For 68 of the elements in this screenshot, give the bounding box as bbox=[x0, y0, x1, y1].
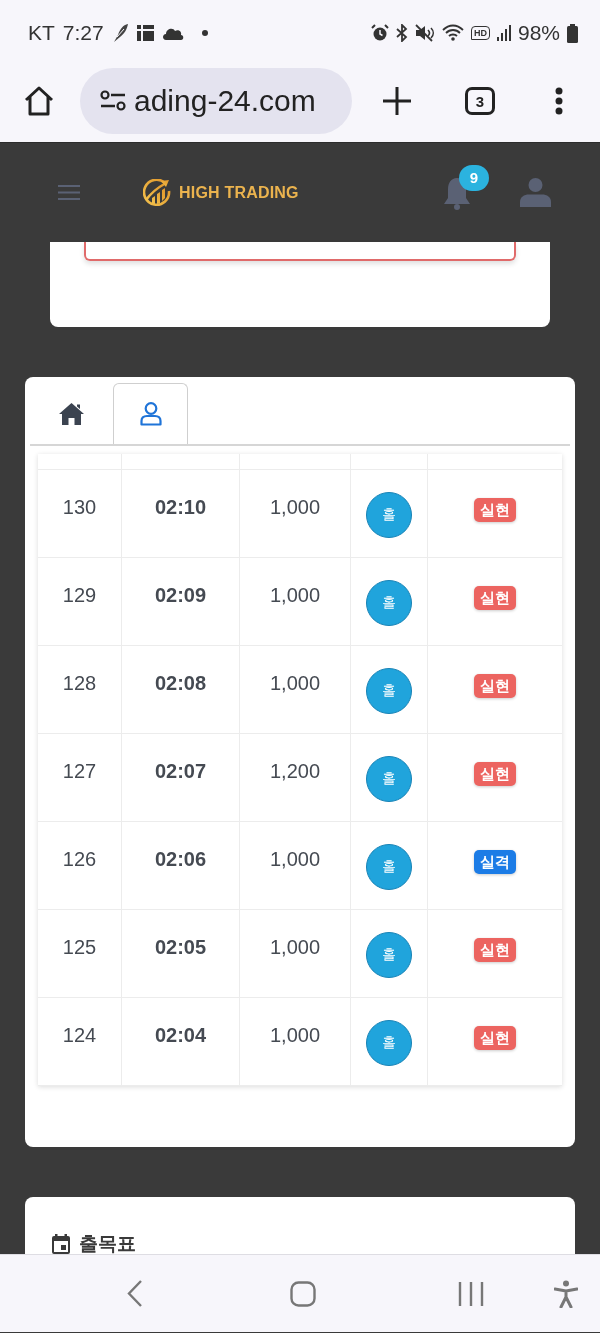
round-number: 126 bbox=[62, 847, 97, 870]
amount-text: 1,000 bbox=[269, 495, 321, 518]
notification-badge: 9 bbox=[459, 164, 489, 191]
amount-text: 1,000 bbox=[269, 1023, 321, 1046]
time-text: 02:04 bbox=[154, 1023, 207, 1046]
cloud-icon bbox=[161, 26, 184, 40]
alarm-icon bbox=[370, 24, 389, 42]
back-icon[interactable] bbox=[127, 1280, 142, 1307]
time-text: 02:05 bbox=[154, 935, 207, 958]
pick-badge: 홀 bbox=[366, 1020, 412, 1066]
battery-icon bbox=[567, 23, 578, 43]
calendar-icon bbox=[52, 1234, 70, 1254]
round-number: 130 bbox=[62, 495, 97, 518]
amount-text: 1,200 bbox=[269, 759, 321, 782]
address-bar[interactable]: ading-24.com bbox=[80, 68, 352, 134]
house-icon bbox=[58, 403, 84, 425]
home-icon[interactable] bbox=[23, 85, 55, 117]
new-tab-icon[interactable] bbox=[383, 87, 411, 115]
pick-badge: 홀 bbox=[366, 492, 412, 538]
round-number: 129 bbox=[62, 583, 97, 606]
dot-icon bbox=[201, 30, 208, 36]
time-text: 02:07 bbox=[154, 759, 207, 782]
tab-count-button[interactable]: 3 bbox=[465, 87, 495, 115]
clock-time: 7:27 bbox=[62, 21, 104, 45]
pick-badge: 홀 bbox=[366, 844, 412, 890]
grid-icon bbox=[136, 25, 154, 41]
signal-icon bbox=[496, 25, 511, 41]
time-text: 02:06 bbox=[154, 847, 207, 870]
feather-icon bbox=[111, 23, 129, 43]
result-badge: 실현 bbox=[474, 938, 516, 962]
battery-percent: 98% bbox=[517, 21, 560, 45]
accessibility-icon[interactable] bbox=[554, 1279, 578, 1308]
logo-text[interactable]: HIGH TRADING bbox=[179, 183, 299, 202]
result-badge: 실현 bbox=[474, 674, 516, 698]
pick-badge: 홀 bbox=[366, 932, 412, 978]
chart-logo-icon bbox=[143, 178, 171, 207]
card-title: 출목표 bbox=[79, 1232, 136, 1254]
pick-badge: 홀 bbox=[366, 668, 412, 714]
mute-icon bbox=[414, 24, 435, 42]
amount-text: 1,000 bbox=[269, 935, 321, 958]
person-icon bbox=[139, 402, 162, 426]
result-badge: 실격 bbox=[474, 850, 516, 874]
user-tab[interactable] bbox=[113, 383, 188, 444]
amount-text: 1,000 bbox=[269, 671, 321, 694]
hd-voice-badge: HD bbox=[470, 26, 490, 40]
result-badge: 실현 bbox=[474, 498, 516, 522]
carrier-name: KT bbox=[28, 21, 55, 45]
result-badge: 실현 bbox=[474, 762, 516, 786]
url-text: ading-24.com bbox=[134, 84, 316, 118]
time-text: 02:08 bbox=[154, 671, 207, 694]
time-text: 02:10 bbox=[154, 495, 207, 518]
round-number: 127 bbox=[62, 759, 97, 782]
round-number: 125 bbox=[62, 935, 97, 958]
amount-text: 1,000 bbox=[269, 847, 321, 870]
wifi-icon bbox=[441, 24, 464, 42]
site-settings-icon[interactable] bbox=[100, 90, 126, 112]
result-badge: 실현 bbox=[474, 586, 516, 610]
home-button-icon[interactable] bbox=[290, 1280, 316, 1307]
pick-badge: 홀 bbox=[366, 756, 412, 802]
pick-badge: 홀 bbox=[366, 580, 412, 626]
round-number: 124 bbox=[62, 1023, 97, 1046]
bluetooth-icon bbox=[395, 24, 408, 42]
recent-apps-icon[interactable] bbox=[458, 1280, 484, 1307]
result-badge: 실현 bbox=[474, 1026, 516, 1050]
time-text: 02:09 bbox=[154, 583, 207, 606]
round-number: 128 bbox=[62, 671, 97, 694]
more-options-icon[interactable] bbox=[555, 87, 563, 115]
amount-text: 1,000 bbox=[269, 583, 321, 606]
